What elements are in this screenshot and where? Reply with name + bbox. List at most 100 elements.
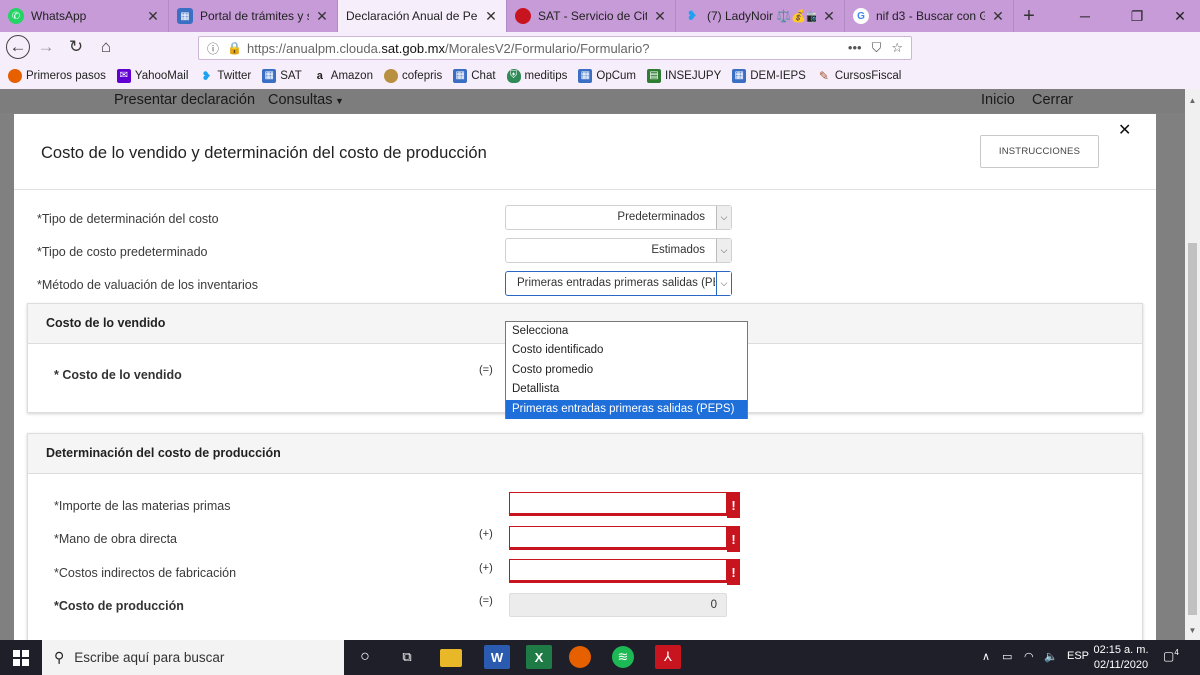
option-selecciona[interactable]: Selecciona <box>506 322 747 341</box>
bookmark-label: INSEJUPY <box>665 69 722 82</box>
acrobat-icon[interactable]: ⅄ <box>655 645 681 669</box>
materias-primas-input[interactable] <box>509 492 727 516</box>
pocket-icon[interactable]: ⛉ <box>872 40 882 56</box>
cortana-icon[interactable]: ○ <box>352 645 378 669</box>
restore-icon[interactable]: ❐ <box>1114 0 1160 32</box>
grid-icon: ▦ <box>578 68 593 83</box>
minimize-icon[interactable]: ─ <box>1062 0 1108 32</box>
file-explorer-icon[interactable] <box>440 649 462 667</box>
tipo-determinacion-select[interactable]: Predeterminados ⌵ <box>505 205 732 230</box>
option-costo-promedio[interactable]: Costo promedio <box>506 361 747 380</box>
site-info-icon[interactable]: ⓘ <box>207 40 223 57</box>
bookmark-label: Chat <box>471 69 496 82</box>
tab-label: Declaración Anual de Person <box>346 9 478 23</box>
bookmark-star-icon[interactable]: ☆ <box>891 40 903 56</box>
bookmark-cofepris[interactable]: cofepris <box>383 68 442 83</box>
equals-operator: (=) <box>479 595 493 607</box>
scroll-down-icon[interactable]: ▼ <box>1185 623 1200 638</box>
scroll-up-icon[interactable]: ▲ <box>1185 93 1200 108</box>
close-tab-icon[interactable]: ✕ <box>822 8 836 25</box>
volume-icon[interactable]: 🔈 <box>1044 650 1058 663</box>
plus-operator: (+) <box>479 562 493 574</box>
mano-obra-input[interactable] <box>509 526 727 550</box>
window-close-icon[interactable]: ✕ <box>1160 0 1200 32</box>
close-icon[interactable]: ✕ <box>1118 120 1131 140</box>
reload-icon[interactable]: ↻ <box>62 33 90 61</box>
tab-label: (7) LadyNoir ⚖️💰📷 en T <box>707 9 816 23</box>
option-detallista[interactable]: Detallista <box>506 380 747 399</box>
bookmark-insejupy[interactable]: ▤ INSEJUPY <box>647 68 722 83</box>
bookmark-chat[interactable]: ▦ Chat <box>453 68 496 83</box>
spotify-icon[interactable]: ≋ <box>612 646 634 668</box>
bookmark-meditips[interactable]: ⛨ meditips <box>506 68 567 83</box>
error-icon: ! <box>727 492 740 518</box>
firefox-icon[interactable] <box>569 646 591 668</box>
forward-icon[interactable]: → <box>32 33 60 61</box>
address-bar[interactable]: ⓘ 🔒 https://anualpm.clouda. sat.gob.mx/Mo… <box>198 36 912 60</box>
tab-twitter[interactable]: ❥ (7) LadyNoir ⚖️💰📷 en T ✕ <box>676 0 845 32</box>
close-tab-icon[interactable]: ✕ <box>315 8 329 25</box>
page-actions-icon[interactable]: ••• <box>848 40 862 56</box>
home-icon[interactable]: ⌂ <box>92 33 120 61</box>
bookmark-yahoomail[interactable]: ✉ YahooMail <box>116 68 188 83</box>
tab-google[interactable]: G nif d3 - Buscar con Goog ✕ <box>845 0 1014 32</box>
bookmark-sat[interactable]: ▦ SAT <box>262 68 302 83</box>
bookmark-opcum[interactable]: ▦ OpCum <box>578 68 636 83</box>
new-tab-button[interactable]: + <box>1014 0 1044 32</box>
tipo-costo-select[interactable]: Estimados ⌵ <box>505 238 732 263</box>
taskbar-search[interactable]: ⚲ Escribe aquí para buscar <box>42 640 344 675</box>
close-tab-icon[interactable]: ✕ <box>653 8 667 25</box>
tray-chevron-icon[interactable]: ∧ <box>982 650 990 663</box>
tab-whatsapp[interactable]: ✆ WhatsApp ✕ <box>0 0 169 32</box>
pdf-icon: ▤ <box>647 68 661 83</box>
url-prefix: https://anualpm.clouda. <box>247 40 382 56</box>
scrollbar-thumb[interactable] <box>1188 243 1197 615</box>
option-peps[interactable]: Primeras entradas primeras salidas (PEPS… <box>506 399 747 419</box>
word-icon[interactable]: W <box>484 645 510 669</box>
amazon-icon: a <box>316 69 323 82</box>
excel-icon[interactable]: X <box>526 645 552 669</box>
navigation-bar: ← → ↻ ⌂ ⓘ 🔒 https://anualpm.clouda. sat.g… <box>0 32 1200 87</box>
bookmark-amazon[interactable]: a Amazon <box>313 69 373 83</box>
nav-consultas-label: Consultas <box>268 92 333 108</box>
costo-produccion-label: *Costo de producción <box>54 599 184 613</box>
clock[interactable]: 02:15 a. m. 02/11/2020 <box>1090 643 1152 673</box>
task-view-icon[interactable]: ⧉ <box>394 645 420 669</box>
bookmark-cursosfiscal[interactable]: ✎ CursosFiscal <box>817 69 902 83</box>
nav-consultas[interactable]: Consultas ▼ <box>268 92 344 108</box>
tab-portal[interactable]: ▦ Portal de trámites y servi ✕ <box>169 0 338 32</box>
metodo-valuacion-select[interactable]: Primeras entradas primeras salidas (PEPS… <box>505 271 732 296</box>
wifi-icon[interactable]: ◠ <box>1024 650 1034 663</box>
nav-presentar-declaracion[interactable]: Presentar declaración <box>114 92 255 108</box>
battery-icon[interactable]: ▭ <box>1002 650 1012 663</box>
modal-header: Costo de lo vendido y determinación del … <box>14 114 1156 190</box>
bookmark-primeros-pasos[interactable]: Primeros pasos <box>8 68 106 83</box>
tipo-determinacion-label: *Tipo de determinación del costo <box>37 212 219 226</box>
option-costo-identificado[interactable]: Costo identificado <box>506 341 747 360</box>
close-tab-icon[interactable]: ✕ <box>484 8 498 25</box>
nav-inicio[interactable]: Inicio <box>981 92 1015 108</box>
bookmark-dem-ieps[interactable]: ▦ DEM-IEPS <box>732 68 806 83</box>
close-tab-icon[interactable]: ✕ <box>146 8 160 25</box>
costos-indirectos-input[interactable] <box>509 559 727 583</box>
nav-cerrar[interactable]: Cerrar <box>1032 92 1073 108</box>
windows-start-icon[interactable] <box>0 640 42 675</box>
cost-modal: Costo de lo vendido y determinación del … <box>14 114 1156 640</box>
google-icon: G <box>853 8 869 24</box>
back-icon[interactable]: ← <box>6 35 30 59</box>
language-indicator[interactable]: ESP <box>1067 650 1089 662</box>
page-scrollbar[interactable]: ▲ ▼ <box>1185 89 1200 640</box>
page-viewport: Presentar declaración Consultas ▼ Inicio… <box>0 89 1185 640</box>
firefox-icon <box>8 68 22 83</box>
bookmark-label: DEM-IEPS <box>750 69 806 82</box>
tab-label: WhatsApp <box>31 9 87 23</box>
tab-sat-citas[interactable]: SAT - Servicio de Citas ✕ <box>507 0 676 32</box>
mail-icon: ✉ <box>116 68 131 83</box>
notifications-icon[interactable]: ▢4 <box>1163 648 1179 663</box>
costos-indirectos-label: *Costos indirectos de fabricación <box>54 566 237 580</box>
close-tab-icon[interactable]: ✕ <box>991 8 1005 25</box>
instructions-button[interactable]: INSTRUCCIONES <box>980 135 1099 168</box>
tab-declaracion[interactable]: Declaración Anual de Person ✕ <box>338 0 507 32</box>
bookmark-twitter[interactable]: ❥ Twitter <box>199 69 251 83</box>
costo-produccion-panel-title: Determinación del costo de producción <box>28 434 1142 474</box>
